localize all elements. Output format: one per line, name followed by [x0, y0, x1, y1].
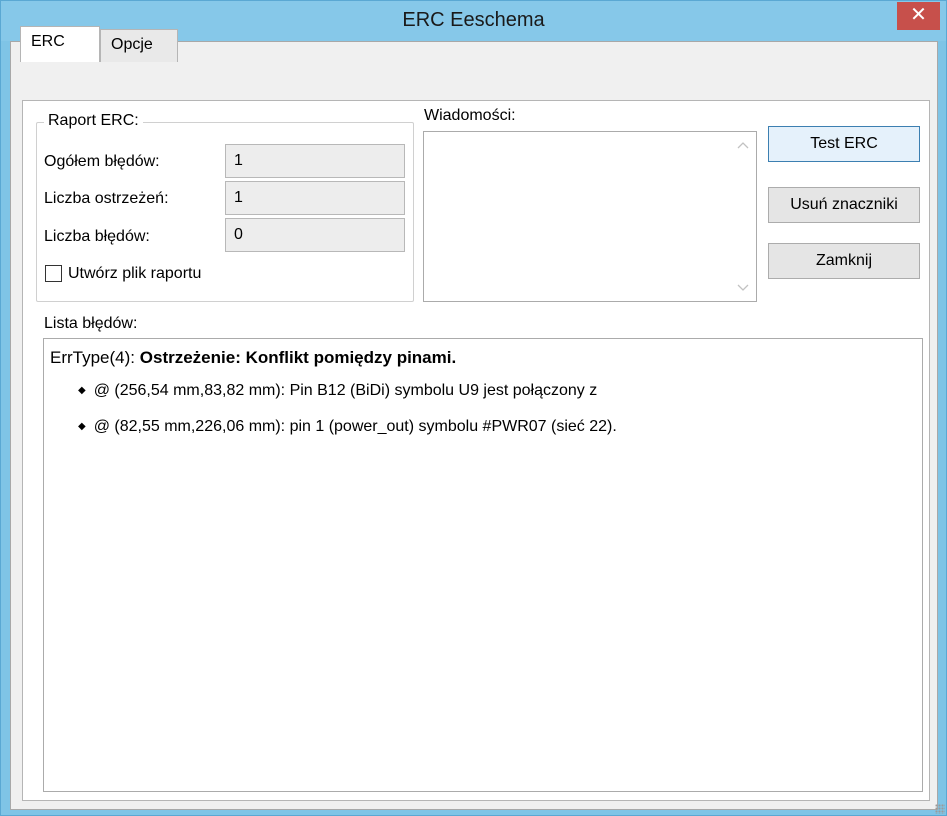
- error-title: Ostrzeżenie: Konflikt pomiędzy pinami.: [139, 348, 457, 367]
- tab-opcje[interactable]: Opcje: [100, 29, 178, 62]
- tab-erc-label: ERC: [31, 33, 65, 50]
- diamond-bullet-icon: ◆: [78, 385, 86, 396]
- tab-erc[interactable]: ERC: [20, 26, 100, 62]
- close-button[interactable]: ✕: [897, 2, 940, 30]
- error-list[interactable]: ErrType(4): Ostrzeżenie: Konflikt pomięd…: [43, 338, 923, 792]
- error-list-label: Lista błędów:: [44, 315, 138, 332]
- remove-markers-button[interactable]: Usuń znaczniki: [768, 187, 920, 223]
- error-entry-header[interactable]: ErrType(4): Ostrzeżenie: Konflikt pomięd…: [50, 348, 456, 368]
- erc-report-title: Raport ERC:: [44, 112, 143, 130]
- total-errors-value: 1: [225, 144, 405, 178]
- create-report-label[interactable]: Utwórz plik raportu: [68, 265, 201, 283]
- error-detail-text: @ (82,55 mm,226,06 mm): pin 1 (power_out…: [93, 418, 617, 435]
- error-detail-text: @ (256,54 mm,83,82 mm): Pin B12 (BiDi) s…: [93, 382, 598, 399]
- chevron-up-icon[interactable]: [736, 140, 750, 152]
- test-erc-button[interactable]: Test ERC: [768, 126, 920, 162]
- error-detail-item[interactable]: ◆ @ (256,54 mm,83,82 mm): Pin B12 (BiDi) …: [78, 382, 597, 400]
- chevron-down-icon[interactable]: [736, 283, 750, 295]
- total-errors-label: Ogółem błędów:: [44, 153, 160, 170]
- resize-grip-icon[interactable]: [935, 804, 945, 814]
- errors-count-label: Liczba błędów:: [44, 228, 150, 245]
- close-icon: ✕: [910, 4, 927, 26]
- tab-opcje-label: Opcje: [111, 36, 153, 53]
- warnings-count-value: 1: [225, 181, 405, 215]
- warnings-count-label: Liczba ostrzeżeń:: [44, 190, 169, 207]
- close-dialog-button[interactable]: Zamknij: [768, 243, 920, 279]
- create-report-checkbox[interactable]: [45, 265, 62, 282]
- messages-label: Wiadomości:: [424, 107, 516, 124]
- error-type: ErrType(4):: [50, 348, 136, 367]
- error-detail-item[interactable]: ◆ @ (82,55 mm,226,06 mm): pin 1 (power_ou…: [78, 418, 617, 436]
- diamond-bullet-icon: ◆: [78, 421, 86, 432]
- messages-textarea[interactable]: [423, 131, 757, 302]
- errors-count-value: 0: [225, 218, 405, 252]
